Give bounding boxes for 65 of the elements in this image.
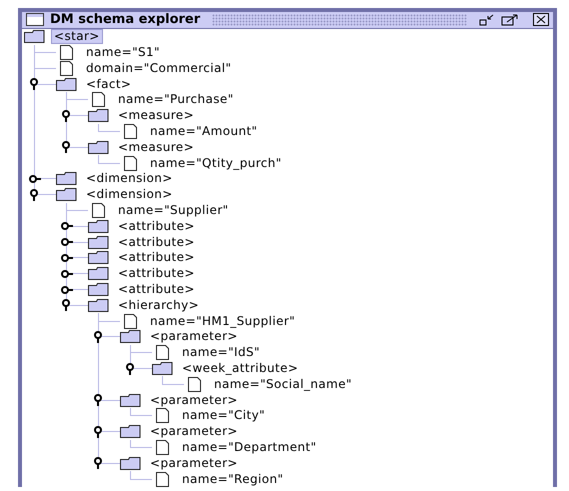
close-button[interactable] bbox=[533, 13, 549, 26]
tree-item[interactable]: <parameter> bbox=[147, 392, 241, 408]
expand-handle-icon[interactable] bbox=[29, 172, 41, 185]
expand-handle-icon[interactable] bbox=[125, 362, 137, 375]
tree-item[interactable]: <hierarchy> bbox=[115, 298, 202, 313]
expand-handle-icon[interactable] bbox=[61, 141, 73, 154]
folder-icon bbox=[120, 330, 141, 344]
expand-handle-icon[interactable] bbox=[61, 284, 73, 296]
tree-item[interactable]: <parameter> bbox=[147, 424, 241, 440]
tree-item[interactable]: domain="Commercial" bbox=[83, 60, 234, 76]
tree-item[interactable]: name="Region" bbox=[179, 472, 286, 487]
expand-handle-icon[interactable] bbox=[61, 268, 73, 280]
tree-item[interactable]: name="HM1_Supplier" bbox=[147, 314, 298, 329]
tree-item[interactable]: <measure> bbox=[115, 108, 198, 124]
tree-item[interactable]: <dimension> bbox=[83, 171, 176, 186]
maximize-button[interactable] bbox=[501, 14, 519, 26]
tree-item[interactable]: name="Social_name" bbox=[211, 376, 355, 392]
folder-icon bbox=[88, 220, 109, 233]
folder-icon bbox=[120, 394, 141, 407]
folder-icon bbox=[88, 283, 109, 296]
folder-icon bbox=[88, 267, 109, 280]
folder-icon bbox=[88, 109, 109, 122]
tree-item[interactable]: <parameter> bbox=[147, 456, 241, 471]
tree-item[interactable]: name="Amount" bbox=[147, 124, 260, 140]
tree-item[interactable]: name="Qtity_purch" bbox=[147, 156, 285, 171]
tree-item[interactable]: <attribute> bbox=[115, 218, 198, 234]
tree-item[interactable]: name="IdS" bbox=[179, 345, 263, 360]
tree-item[interactable]: <week_attribute> bbox=[179, 361, 302, 376]
folder-icon bbox=[88, 140, 109, 154]
expand-handle-icon[interactable] bbox=[61, 252, 73, 264]
window-title: DM schema explorer bbox=[50, 12, 200, 28]
expand-handle-icon[interactable] bbox=[93, 330, 105, 343]
expand-handle-icon[interactable] bbox=[61, 220, 73, 232]
folder-icon bbox=[56, 172, 77, 186]
tree-item[interactable]: name="City" bbox=[179, 408, 268, 424]
expand-handle-icon[interactable] bbox=[93, 394, 105, 406]
expand-handle-icon[interactable] bbox=[29, 188, 41, 201]
expand-handle-icon[interactable] bbox=[61, 110, 73, 122]
folder-icon bbox=[56, 188, 77, 202]
expand-handle-icon[interactable] bbox=[93, 457, 105, 470]
folder-icon bbox=[88, 298, 109, 312]
tree-item[interactable]: name="Purchase" bbox=[115, 92, 237, 108]
tree-item[interactable]: <attribute> bbox=[115, 234, 198, 250]
tree-item[interactable]: name="Supplier" bbox=[115, 203, 232, 218]
expand-handle-icon[interactable] bbox=[29, 78, 41, 90]
folder-icon bbox=[152, 362, 173, 376]
folder-icon bbox=[88, 236, 109, 249]
tree-item[interactable]: <dimension> bbox=[83, 187, 176, 202]
tree-item[interactable]: <parameter> bbox=[147, 329, 241, 344]
expand-handle-icon[interactable] bbox=[93, 426, 105, 438]
minimize-button[interactable] bbox=[479, 14, 495, 26]
tree-item[interactable]: <attribute> bbox=[115, 266, 198, 282]
folder-icon bbox=[88, 251, 109, 264]
tree-item[interactable]: <star> bbox=[51, 29, 103, 44]
tree-item[interactable]: <fact> bbox=[83, 76, 134, 92]
folder-icon bbox=[56, 78, 77, 91]
tree-item[interactable]: name="S1" bbox=[83, 45, 163, 60]
folder-icon bbox=[120, 425, 141, 438]
tree-item[interactable]: <attribute> bbox=[115, 282, 198, 298]
tree-item[interactable]: name="Department" bbox=[179, 440, 320, 455]
tree-item[interactable]: <attribute> bbox=[115, 250, 198, 266]
folder-icon bbox=[120, 456, 141, 470]
expand-handle-icon[interactable] bbox=[61, 299, 73, 312]
tree-item[interactable]: <measure> bbox=[115, 140, 198, 155]
expand-handle-icon[interactable] bbox=[61, 236, 73, 248]
